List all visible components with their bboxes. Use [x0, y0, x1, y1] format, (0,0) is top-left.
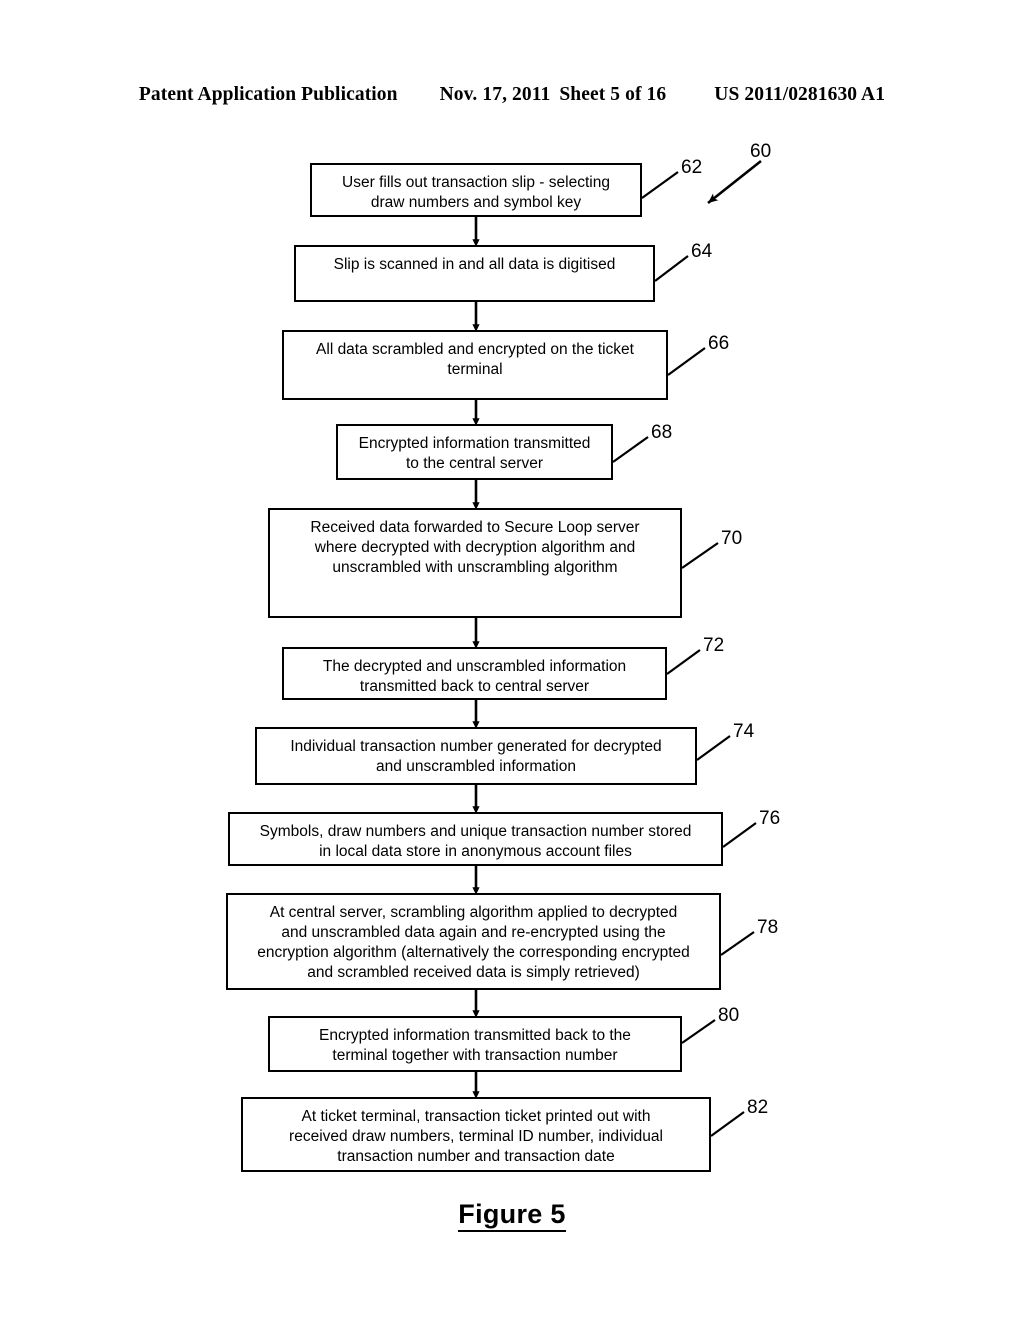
figure-caption: Figure 5	[0, 1199, 1024, 1232]
reference-numeral-64: 64	[691, 241, 713, 262]
reference-numeral-74: 74	[733, 721, 755, 742]
flow-node-62: User fills out transaction slip - select…	[310, 163, 642, 217]
flow-node-64: Slip is scanned in and all data is digit…	[294, 245, 655, 302]
flowchart-diagram: User fills out transaction slip - select…	[0, 0, 1024, 1320]
reference-numeral-68: 68	[651, 422, 673, 443]
flow-node-82-text: At ticket terminal, transaction ticket p…	[289, 1108, 663, 1165]
leader-78	[720, 931, 755, 956]
reference-numeral-60: 60	[750, 141, 772, 162]
flow-node-72: The decrypted and unscrambled informatio…	[282, 647, 667, 700]
flow-node-80: Encrypted information transmitted back t…	[268, 1016, 682, 1072]
leader-72	[666, 649, 701, 675]
reference-numeral-66: 66	[708, 333, 730, 354]
reference-numeral-82: 82	[747, 1097, 769, 1118]
reference-numeral-76: 76	[759, 808, 781, 829]
flow-node-72-text: The decrypted and unscrambled informatio…	[322, 658, 627, 695]
leader-80	[681, 1019, 716, 1044]
flow-node-78-text: At central server, scrambling algorithm …	[257, 904, 690, 981]
figure-caption-text: Figure 5	[458, 1199, 566, 1232]
flow-node-76-text: Symbols, draw numbers and unique transac…	[259, 823, 692, 860]
reference-numeral-80: 80	[718, 1005, 740, 1026]
reference-numeral-78: 78	[757, 917, 779, 938]
flow-node-70-text: Received data forwarded to Secure Loop s…	[310, 519, 640, 576]
leader-68	[612, 436, 649, 463]
leader-62	[641, 171, 679, 199]
flow-node-70: Received data forwarded to Secure Loop s…	[268, 508, 682, 618]
flow-node-78: At central server, scrambling algorithm …	[226, 893, 721, 990]
flow-node-76: Symbols, draw numbers and unique transac…	[228, 812, 723, 866]
flow-node-74-text: Individual transaction number generated …	[290, 738, 662, 775]
leader-64	[654, 255, 689, 282]
reference-numeral-62: 62	[681, 157, 703, 178]
leader-70	[681, 542, 719, 569]
diagram-reference-arrow	[707, 159, 762, 205]
flow-node-82: At ticket terminal, transaction ticket p…	[241, 1097, 711, 1172]
flow-node-64-text: Slip is scanned in and all data is digit…	[333, 256, 616, 273]
reference-numeral-72: 72	[703, 635, 725, 656]
flow-node-68: Encrypted information transmitted to the…	[336, 424, 613, 480]
flow-node-66-text: All data scrambled and encrypted on the …	[316, 341, 634, 378]
flow-node-66: All data scrambled and encrypted on the …	[282, 330, 668, 400]
reference-numeral-70: 70	[721, 528, 743, 549]
flow-node-68-text: Encrypted information transmitted to the…	[358, 435, 591, 472]
leader-74	[696, 735, 731, 761]
leader-66	[667, 347, 706, 376]
leader-76	[722, 822, 757, 848]
flow-node-80-text: Encrypted information transmitted back t…	[319, 1027, 631, 1064]
leader-82	[710, 1111, 745, 1137]
flow-node-62-text: User fills out transaction slip - select…	[342, 174, 610, 211]
flow-node-74: Individual transaction number generated …	[255, 727, 697, 785]
